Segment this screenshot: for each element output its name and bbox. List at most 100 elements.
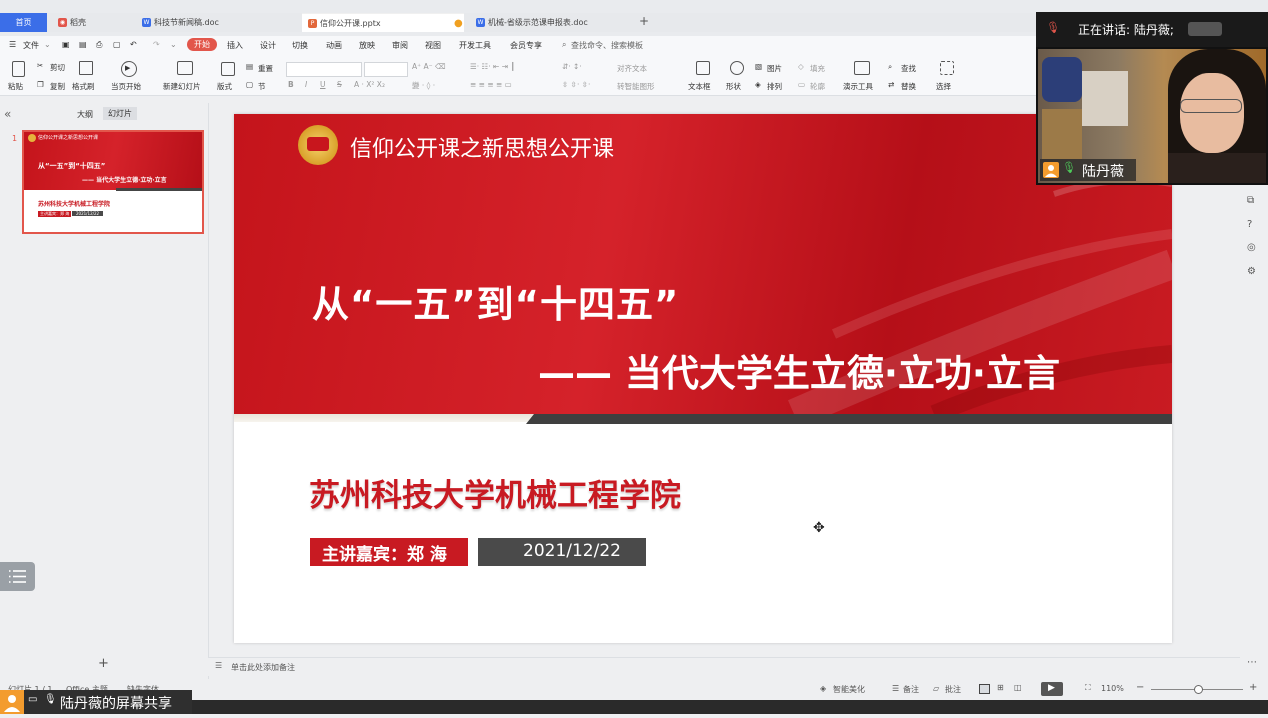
present-tools-icon[interactable]: [854, 61, 870, 75]
search-icon[interactable]: ⌕: [562, 40, 566, 50]
textbox-icon[interactable]: [696, 61, 710, 75]
layout-button[interactable]: 版式: [217, 81, 232, 92]
tab-doc-news[interactable]: W 科技节新闻稿.doc: [136, 13, 296, 32]
comment-icon[interactable]: ▱: [933, 684, 939, 693]
text-direction-icon[interactable]: ⇵· ↕·: [562, 62, 582, 71]
help-icon[interactable]: ?: [1247, 219, 1252, 230]
slides-tab[interactable]: 幻灯片: [103, 107, 137, 120]
export-pdf-icon[interactable]: ▤: [79, 40, 87, 49]
more-options-icon[interactable]: ⋯: [1247, 657, 1257, 668]
location-icon[interactable]: ◎: [1247, 242, 1256, 253]
slide-canvas[interactable]: 信仰公开课之新思想公开课 从“一五”到“十四五” —— 当代大学生立德·立功·立…: [234, 114, 1172, 643]
font-color-icon[interactable]: A · X² X₂: [354, 80, 385, 89]
beautify-button[interactable]: 智能美化: [833, 684, 865, 695]
zoom-in-button[interactable]: +: [1249, 682, 1257, 693]
zoom-slider-handle[interactable]: [1194, 685, 1203, 694]
normal-view-icon[interactable]: [979, 684, 990, 694]
underline-icon[interactable]: U: [320, 80, 326, 89]
copy-layout-icon[interactable]: ⧉: [1247, 195, 1254, 206]
strikethrough-icon[interactable]: S: [337, 80, 342, 89]
notes-toggle-button[interactable]: 备注: [903, 684, 919, 695]
print-icon[interactable]: ⎙: [96, 40, 102, 50]
outline-tab[interactable]: 大纲: [77, 109, 93, 120]
layout-icon[interactable]: [221, 62, 235, 76]
picture-icon[interactable]: ▧: [755, 62, 762, 71]
cut-button[interactable]: 剪切: [50, 62, 65, 73]
notes-bar[interactable]: ☰ 单击此处添加备注: [208, 657, 1240, 676]
line-spacing-icon[interactable]: ⇳ ⇳· ⇳·: [562, 80, 590, 89]
beautify-icon[interactable]: ◈: [820, 684, 826, 693]
menu-slideshow[interactable]: 放映: [359, 40, 375, 51]
menu-animation[interactable]: 动画: [326, 40, 342, 51]
collapse-panel-icon[interactable]: «: [4, 107, 11, 121]
font-size-select[interactable]: [364, 62, 408, 77]
align-text-button[interactable]: 对齐文本: [617, 63, 647, 74]
undo-icon[interactable]: ↶: [130, 40, 137, 49]
reset-button[interactable]: 重置: [258, 63, 273, 74]
italic-icon[interactable]: I: [305, 80, 307, 89]
save-icon[interactable]: ▣: [62, 40, 70, 49]
menu-transition[interactable]: 切换: [292, 40, 308, 51]
menu-view[interactable]: 视图: [425, 40, 441, 51]
outline-button[interactable]: 轮廓: [810, 81, 825, 92]
fill-icon[interactable]: ◇: [798, 62, 804, 71]
paste-button[interactable]: 粘贴: [8, 81, 23, 92]
picture-button[interactable]: 图片: [767, 63, 782, 74]
tab-daoke[interactable]: ◉ 稻壳: [52, 13, 132, 32]
tab-pptx-active[interactable]: P 信仰公开课.pptx ●: [302, 13, 464, 32]
notes-placeholder[interactable]: 单击此处添加备注: [231, 662, 295, 673]
select-button[interactable]: 选择: [936, 81, 951, 92]
sorter-view-icon[interactable]: ⊞: [997, 683, 1004, 692]
reset-icon[interactable]: ▤: [246, 62, 253, 71]
format-painter-button[interactable]: 格式刷: [72, 81, 95, 92]
menu-review[interactable]: 审阅: [392, 40, 408, 51]
menu-developer[interactable]: 开发工具: [459, 40, 491, 51]
tab-doc-application[interactable]: W 机械-省级示范课申报表.doc: [470, 13, 630, 32]
slide-thumbnail[interactable]: 信仰公开课之新思想公开课 从“一五”到“十四五” —— 当代大学生立德·立功·立…: [22, 130, 204, 234]
align-left-icon[interactable]: ≡ ≡ ≡ ≡ ▭: [470, 80, 512, 89]
play-slideshow-button[interactable]: ▶: [1041, 682, 1063, 696]
from-current-button[interactable]: 当页开始: [111, 81, 141, 92]
menu-member[interactable]: 会员专享: [510, 40, 542, 51]
hamburger-icon[interactable]: ☰: [9, 40, 16, 49]
bullet-list-icon[interactable]: ☰· ☷· ⇤ ⇥ ┃: [470, 62, 515, 71]
replace-button[interactable]: 替换: [901, 81, 916, 92]
paste-icon[interactable]: [12, 61, 25, 77]
section-button[interactable]: 节: [258, 81, 266, 92]
fit-window-icon[interactable]: ⛶: [1085, 683, 1091, 693]
shape-icon[interactable]: [730, 61, 744, 75]
menu-design[interactable]: 设计: [260, 40, 276, 51]
textbox-button[interactable]: 文本框: [688, 81, 711, 92]
format-painter-icon[interactable]: [79, 61, 93, 75]
replace-icon[interactable]: ⇄: [888, 80, 894, 89]
menu-home-tab[interactable]: 开始: [187, 38, 217, 51]
zoom-level[interactable]: 110%: [1101, 684, 1124, 693]
arrange-icon[interactable]: ◈: [755, 80, 761, 89]
find-button[interactable]: 查找: [901, 63, 916, 74]
add-slide-button[interactable]: +: [98, 656, 109, 671]
bold-icon[interactable]: B: [288, 80, 294, 89]
copy-icon[interactable]: ❐: [37, 80, 44, 89]
present-tools-button[interactable]: 演示工具: [843, 81, 873, 92]
phonetic-icon[interactable]: 變 · ◊ ·: [412, 80, 435, 91]
redo-icon[interactable]: ↷: [153, 40, 160, 49]
menu-insert[interactable]: 插入: [227, 40, 243, 51]
outline-float-button[interactable]: [0, 562, 35, 591]
fill-button[interactable]: 填充: [810, 63, 825, 74]
new-slide-button[interactable]: 新建幻灯片: [163, 81, 201, 92]
tab-home[interactable]: 首页: [0, 13, 47, 32]
find-icon[interactable]: ⌕: [888, 62, 892, 72]
more-icon[interactable]: ⌄: [170, 40, 177, 49]
arrange-button[interactable]: 排列: [767, 81, 782, 92]
new-slide-icon[interactable]: [177, 61, 193, 75]
outline-icon[interactable]: ▭: [798, 80, 805, 89]
settings-icon[interactable]: ⚙: [1247, 266, 1256, 277]
font-grow-icon[interactable]: A⁺ A⁻ ⌫: [412, 62, 446, 71]
print-preview-icon[interactable]: ▢: [113, 40, 121, 49]
notes-toggle-icon[interactable]: ☰: [892, 684, 899, 693]
font-name-select[interactable]: [286, 62, 362, 77]
new-tab-button[interactable]: +: [639, 14, 649, 28]
scissors-icon[interactable]: ✂: [37, 61, 43, 70]
section-icon[interactable]: ▢: [246, 80, 253, 89]
select-icon[interactable]: [940, 61, 954, 75]
